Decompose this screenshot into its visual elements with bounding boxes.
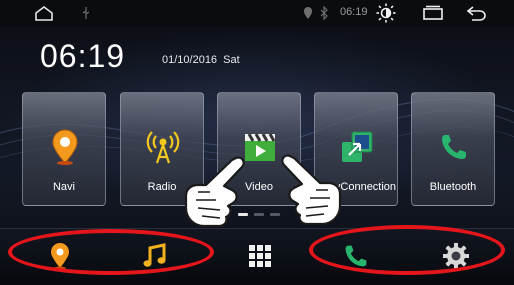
brightness-icon[interactable]	[373, 3, 399, 23]
clock-time: 06:19	[40, 38, 126, 74]
app-tile-navi[interactable]: Navi	[22, 92, 106, 206]
app-grid-icon[interactable]	[244, 241, 276, 271]
page-indicator	[254, 213, 264, 216]
location-pin-icon	[302, 3, 314, 23]
app-tile-label: Bluetooth	[429, 181, 477, 193]
app-tile-label: Navi	[52, 181, 75, 193]
recent-apps-icon[interactable]	[420, 3, 446, 23]
app-tile-bluetooth[interactable]: Bluetooth	[411, 92, 495, 206]
usb-icon	[80, 3, 92, 23]
highlight-ellipse-left	[8, 229, 214, 275]
clock-date: 01/10/2016 Sat	[162, 54, 240, 66]
highlight-ellipse-right	[309, 225, 505, 275]
status-bar-time: 06:19	[340, 6, 368, 18]
navigation-pin-icon	[47, 129, 83, 165]
status-bar: 06:19	[0, 0, 514, 26]
back-arrow-icon[interactable]	[464, 3, 490, 23]
head-unit-home-screen: 06:19 06:19 01/10/2016 Sat Navi Radio Vi…	[0, 0, 514, 285]
pointing-hand-right-icon	[281, 154, 342, 226]
phone-icon	[436, 129, 472, 165]
home-outline-icon[interactable]	[32, 3, 56, 23]
pointing-hand-left-icon	[184, 156, 245, 228]
bluetooth-icon	[318, 3, 330, 23]
